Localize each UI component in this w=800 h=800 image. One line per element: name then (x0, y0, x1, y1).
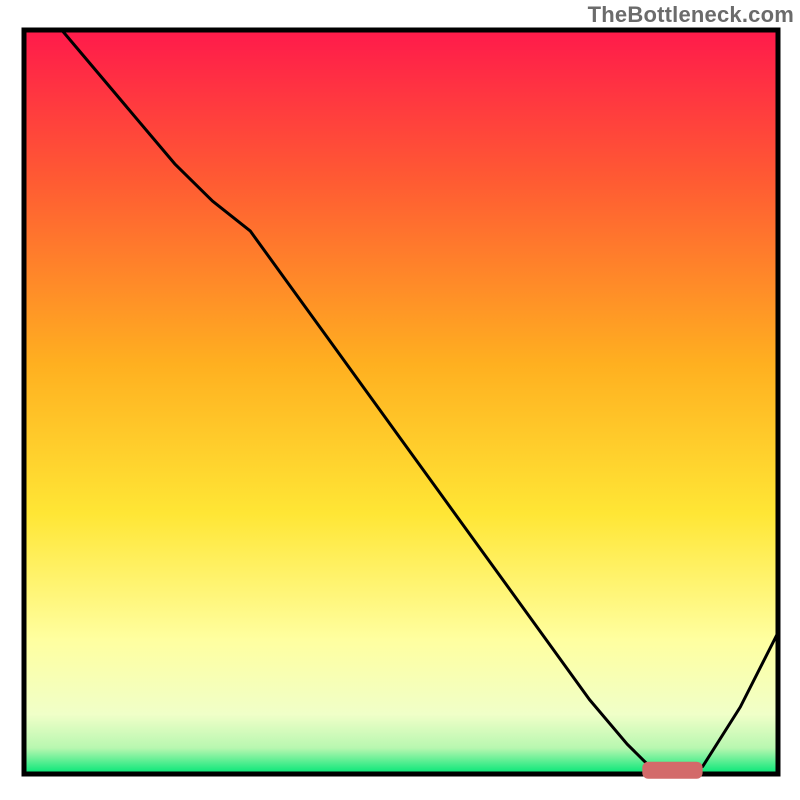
chart-container: TheBottleneck.com (0, 0, 800, 800)
plot-area (24, 30, 778, 779)
plot-background (24, 30, 778, 774)
optimal-range-marker (642, 762, 702, 779)
bottleneck-chart (0, 0, 800, 800)
